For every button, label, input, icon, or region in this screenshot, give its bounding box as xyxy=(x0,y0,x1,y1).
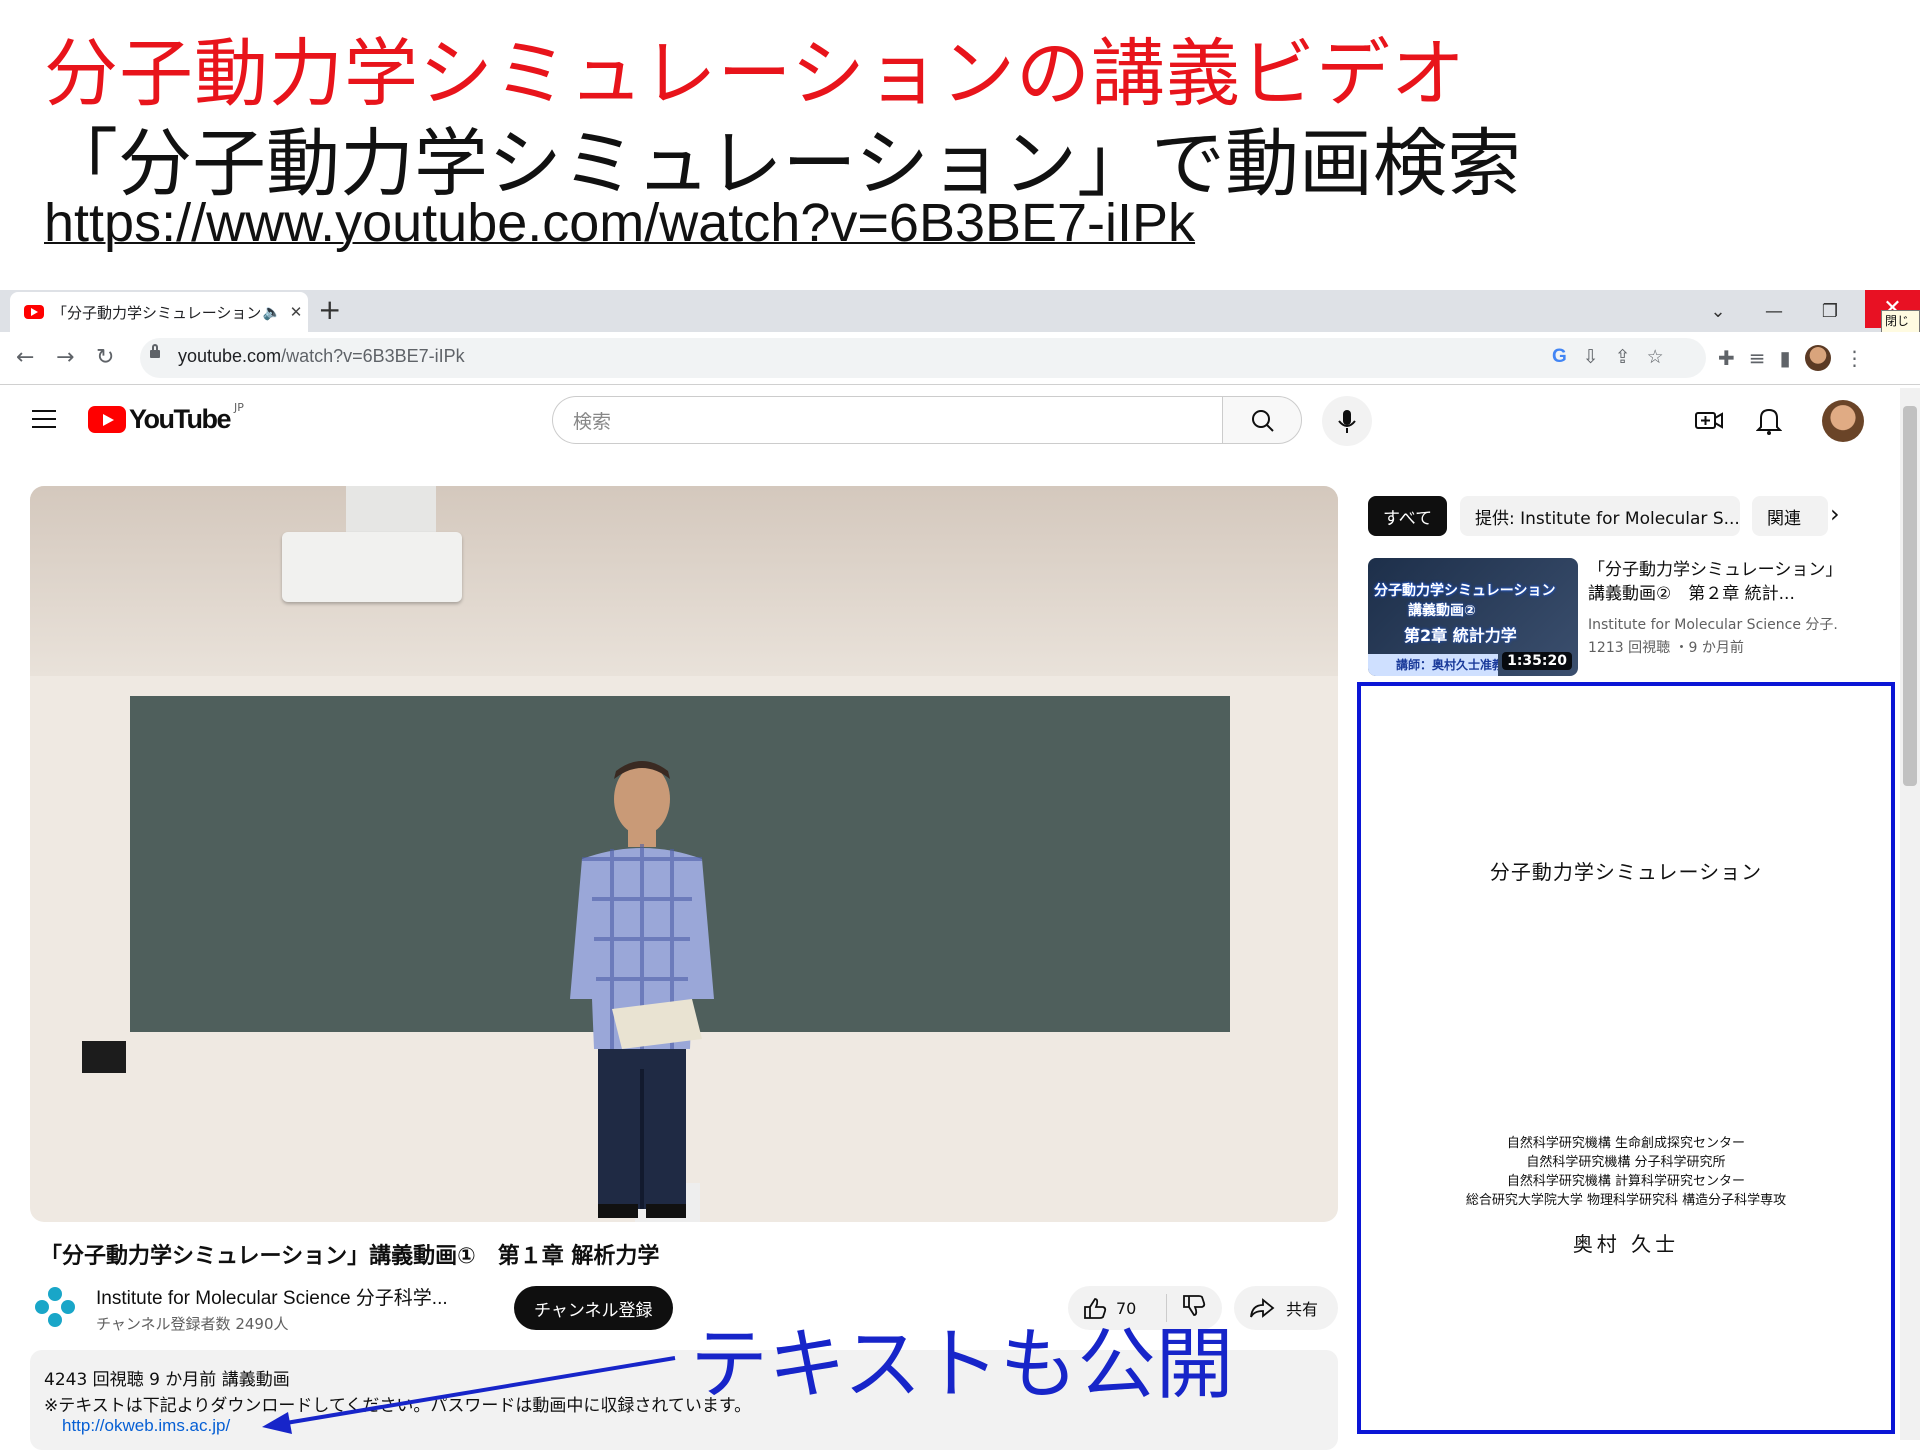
media-control-icon[interactable]: ≡ xyxy=(1749,346,1766,370)
subscriber-count: チャンネル登録者数 2490人 xyxy=(96,1315,289,1333)
google-lens-icon[interactable]: G xyxy=(1552,346,1567,368)
search-input[interactable]: 検索 xyxy=(552,396,1224,444)
chip-all[interactable]: すべて xyxy=(1368,496,1448,536)
annotation-arrow xyxy=(262,1356,676,1434)
address-path: /watch?v=6B3BE7-iIPk xyxy=(281,346,465,366)
thumbnail-text-2: 講義動画② xyxy=(1408,603,1476,619)
textbook-title: 分子動力学シミュレーション xyxy=(1489,860,1763,884)
channel-logo[interactable] xyxy=(30,1282,80,1332)
forward-arrow-icon[interactable]: → xyxy=(56,345,74,370)
chip-related[interactable]: 関連 xyxy=(1752,496,1828,536)
annotation-text: テキストも公開 xyxy=(690,1320,1234,1410)
extensions-puzzle-icon[interactable]: ✚ xyxy=(1718,346,1735,370)
thumbnail-text-1: 分子動力学シミュレーション xyxy=(1374,583,1556,599)
speaker-mute-icon[interactable]: 🔈 xyxy=(260,303,284,321)
recommendation-thumbnail[interactable]: 分子動力学シミュレーション 講義動画② 第2章 統計力学 講師：奥村久士准教 1… xyxy=(1368,558,1578,676)
scrollbar-thumb[interactable] xyxy=(1903,406,1917,786)
video-title: 「分子動力学シミュレーション」講義動画① 第１章 解析力学 xyxy=(40,1244,660,1269)
tab-close-icon[interactable]: ✕ xyxy=(284,303,308,321)
projector-image xyxy=(282,532,462,602)
description-link[interactable]: http://okweb.ims.ac.jp/ xyxy=(62,1416,230,1436)
profile-avatar-icon[interactable] xyxy=(1804,345,1831,371)
youtube-wordmark: YouTube xyxy=(129,404,231,434)
restore-button[interactable]: ❐ xyxy=(1802,301,1858,322)
thumbnail-text-3: 第2章 統計力学 xyxy=(1404,626,1517,645)
share-page-icon[interactable]: ⇪ xyxy=(1615,346,1631,368)
tab-search-icon[interactable]: ⌄ xyxy=(1690,301,1746,322)
microphone-icon xyxy=(1338,410,1356,433)
recommendation-meta: 1213 回視聴 ・9 か月前 xyxy=(1588,640,1744,656)
channel-name[interactable]: Institute for Molecular Science 分子科学... xyxy=(96,1283,448,1310)
recommendation-title[interactable]: 「分子動力学シミュレーション」講義動画② 第２章 統計... xyxy=(1588,558,1838,606)
affiliation-line: 自然科学研究機構 計算科学研究センター xyxy=(1506,1174,1746,1189)
share-label: 共有 xyxy=(1286,1300,1319,1319)
back-arrow-icon[interactable]: ← xyxy=(16,345,34,370)
tab-title: 「分子動力学シミュレーション」講 xyxy=(52,303,260,322)
slide-url-link[interactable]: https://www.youtube.com/watch?v=6B3BE7-i… xyxy=(44,192,1195,254)
textbook-affiliations: 自然科学研究機構 生命創成探究センター 自然科学研究機構 分子科学研究所 自然科… xyxy=(1357,1134,1895,1210)
search-icon xyxy=(1252,410,1274,432)
install-app-icon[interactable]: ⇩ xyxy=(1583,346,1599,368)
browser-tab[interactable]: 「分子動力学シミュレーション」講 🔈 ✕ xyxy=(10,292,308,332)
youtube-play-icon xyxy=(88,406,126,433)
hamburger-menu-icon[interactable] xyxy=(32,410,56,434)
account-avatar[interactable] xyxy=(1822,400,1864,442)
search-button[interactable] xyxy=(1222,396,1302,444)
thumbnail-text-4: 講師：奥村久士准教 xyxy=(1368,654,1498,676)
video-duration: 1:35:20 xyxy=(1502,652,1572,670)
share-arrow-icon xyxy=(1250,1298,1275,1318)
voice-search-button[interactable] xyxy=(1322,396,1372,446)
channel-logo-icon xyxy=(35,1287,75,1327)
affiliation-line: 自然科学研究機構 分子科学研究所 xyxy=(1526,1155,1726,1170)
bookmark-star-icon[interactable]: ☆ xyxy=(1647,346,1664,368)
new-tab-button[interactable]: + xyxy=(318,293,341,326)
affiliation-line: 自然科学研究機構 生命創成探究センター xyxy=(1506,1136,1746,1151)
share-button[interactable]: 共有 xyxy=(1234,1286,1338,1330)
minimize-button[interactable]: — xyxy=(1746,301,1802,322)
lecturer-image xyxy=(570,761,714,1218)
reload-icon[interactable]: ↻ xyxy=(96,345,114,370)
youtube-favicon-icon xyxy=(24,305,44,319)
affiliation-line: 総合研究大学院大学 物理科学研究科 構造分子科学専攻 xyxy=(1465,1193,1787,1208)
chevron-right-icon[interactable]: › xyxy=(1830,500,1840,528)
address-host: youtube.com xyxy=(178,346,282,366)
youtube-logo[interactable]: YouTube JP xyxy=(88,401,244,435)
extension-icons: ✚ ≡ ▮ ⋮ xyxy=(1718,345,1865,371)
lock-icon[interactable] xyxy=(150,344,160,358)
recommendation-channel[interactable]: Institute for Molecular Science 分子... xyxy=(1588,614,1838,634)
omnibox-actions: G ⇩ ⇪ ☆ xyxy=(1552,346,1664,368)
video-player[interactable] xyxy=(30,486,1338,1222)
textbook-author: 奥村 久士 xyxy=(1572,1232,1680,1256)
notifications-bell-icon[interactable] xyxy=(1755,405,1783,439)
side-panel-icon[interactable]: ▮ xyxy=(1780,346,1791,370)
subscribe-button[interactable]: チャンネル登録 xyxy=(514,1286,673,1330)
textbook-cover-preview xyxy=(1357,682,1895,1434)
chip-from-channel[interactable]: 提供: Institute for Molecular S... xyxy=(1460,496,1740,536)
address-text[interactable]: youtube.com/watch?v=6B3BE7-iIPk xyxy=(178,346,465,367)
country-code: JP xyxy=(233,401,244,414)
window-controls: ⌄ — ❐ xyxy=(1690,290,1858,332)
browser-menu-icon[interactable]: ⋮ xyxy=(1845,346,1865,370)
create-video-icon[interactable] xyxy=(1694,408,1724,436)
